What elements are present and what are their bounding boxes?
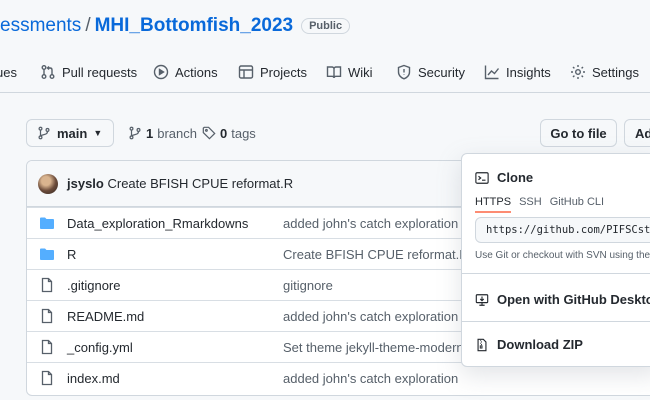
- tag-icon: [202, 126, 216, 140]
- file-name[interactable]: README.md: [67, 309, 144, 324]
- tags-link[interactable]: 0 tags: [202, 119, 256, 147]
- tag-word: tags: [231, 125, 256, 141]
- file-name[interactable]: index.md: [67, 371, 120, 386]
- repo-breadcrumb: essments / MHI_Bottomfish_2023 Public: [0, 10, 351, 42]
- git-branch-icon: [38, 126, 50, 140]
- clone-title: Clone: [497, 170, 534, 185]
- clone-protocol-tabs: HTTPS SSH GitHub CLI: [475, 196, 604, 213]
- tab-label: Projects: [260, 64, 307, 80]
- file-commit-message[interactable]: gitignore: [283, 278, 333, 293]
- go-to-file-button[interactable]: Go to file: [540, 119, 617, 147]
- branches-link[interactable]: 1 branch: [128, 119, 197, 147]
- git-branch-icon: [129, 126, 141, 140]
- gear-icon: [571, 65, 585, 79]
- shield-icon: [397, 64, 411, 80]
- tab-wiki[interactable]: Wiki: [326, 56, 373, 88]
- file-commit-message[interactable]: added john's catch exploration: [283, 216, 458, 231]
- folder-icon: [40, 217, 54, 229]
- tab-label: Actions: [175, 64, 218, 80]
- tab-settings[interactable]: Settings: [570, 56, 639, 88]
- desktop-download-icon: [475, 293, 489, 306]
- file-commit-message[interactable]: added john's catch exploration: [283, 371, 458, 386]
- latest-commit: jsyslo Create BFISH CPUE reformat.R: [67, 176, 293, 191]
- file-icon: [41, 370, 53, 386]
- commit-message[interactable]: Create BFISH CPUE reformat.R: [107, 176, 293, 191]
- open-with-desktop-button[interactable]: Open with GitHub Desktop: [475, 292, 650, 307]
- tag-count: 0: [220, 125, 228, 141]
- repo-owner-link[interactable]: essments: [0, 15, 81, 37]
- tab-pull-requests[interactable]: Pull requests: [40, 56, 137, 88]
- avatar[interactable]: [38, 174, 58, 194]
- table-icon: [238, 65, 254, 79]
- nav-divider: [0, 92, 650, 93]
- tab-label: Insights: [506, 64, 551, 80]
- breadcrumb-separator: /: [85, 15, 91, 36]
- file-name[interactable]: Data_exploration_Rmarkdowns: [67, 216, 248, 231]
- chevron-down-icon: ▼: [93, 128, 103, 138]
- add-file-button[interactable]: Ad: [624, 119, 650, 147]
- open-desktop-label: Open with GitHub Desktop: [497, 292, 650, 307]
- branch-word: branch: [157, 125, 197, 141]
- file-zip-icon: [477, 338, 487, 351]
- visibility-badge: Public: [301, 18, 351, 34]
- commit-author[interactable]: jsyslo: [67, 176, 104, 191]
- tab-insights[interactable]: Insights: [484, 56, 551, 88]
- branch-select-button[interactable]: main ▼: [26, 119, 114, 147]
- tab-label: Settings: [592, 64, 639, 80]
- clone-hint: Use Git or checkout with SVN using the w…: [475, 250, 650, 261]
- branch-name: main: [57, 125, 88, 141]
- file-commit-message[interactable]: added john's catch exploration: [283, 309, 458, 324]
- file-icon: [41, 308, 53, 324]
- file-name[interactable]: R: [67, 247, 76, 262]
- tab-https[interactable]: HTTPS: [475, 196, 512, 213]
- tab-ssh[interactable]: SSH: [519, 196, 542, 213]
- tab-security[interactable]: Security: [396, 56, 465, 88]
- tab-actions[interactable]: Actions: [153, 56, 218, 88]
- tab-label: Wiki: [348, 64, 373, 80]
- file-commit-message[interactable]: Set theme jekyll-theme-modernist: [283, 340, 477, 355]
- clone-dropdown: Clone HTTPS SSH GitHub CLI https://githu…: [461, 153, 650, 367]
- pull-request-icon: [41, 65, 55, 79]
- dropdown-divider: [462, 273, 650, 274]
- tab-label: Pull requests: [62, 64, 138, 80]
- download-zip-label: Download ZIP: [497, 337, 583, 352]
- download-zip-button[interactable]: Download ZIP: [475, 337, 583, 352]
- play-icon: [153, 64, 169, 80]
- book-icon: [326, 66, 342, 79]
- branch-count: 1: [146, 125, 154, 141]
- clone-header: Clone: [475, 170, 533, 185]
- folder-icon: [40, 248, 54, 260]
- terminal-icon: [475, 171, 489, 184]
- repo-nav: ues Pull requests Actions Projects Wiki …: [0, 56, 650, 88]
- file-commit-message[interactable]: Create BFISH CPUE reformat.R: [283, 247, 469, 262]
- tab-label: Security: [418, 64, 465, 80]
- file-name[interactable]: .gitignore: [67, 278, 120, 293]
- graph-icon: [484, 65, 500, 80]
- clone-url-input[interactable]: https://github.com/PIFSCstockassessments…: [475, 217, 650, 243]
- file-name[interactable]: _config.yml: [67, 340, 133, 355]
- tab-issues[interactable]: ues: [0, 56, 17, 88]
- tab-projects[interactable]: Projects: [238, 56, 307, 88]
- file-icon: [41, 339, 53, 355]
- dropdown-divider: [462, 321, 650, 322]
- repo-name-link[interactable]: MHI_Bottomfish_2023: [95, 15, 294, 37]
- file-icon: [41, 277, 53, 293]
- tab-github-cli[interactable]: GitHub CLI: [550, 196, 604, 213]
- tab-label: ues: [0, 64, 17, 80]
